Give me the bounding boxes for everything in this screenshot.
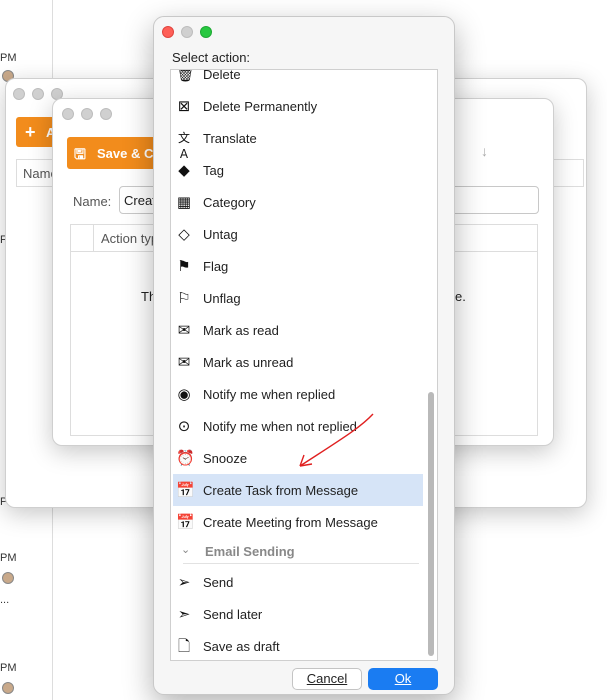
name-value: Creat [124, 193, 156, 208]
cancel-button[interactable]: Cancel [292, 668, 362, 690]
column-action-type: Action typ [101, 231, 159, 246]
item-label: Flag [203, 259, 229, 274]
item-label: Send [203, 575, 234, 590]
section-email-sending[interactable]: ⌄ Email Sending [173, 541, 423, 564]
eye-icon: ◉ [177, 385, 191, 403]
send-icon: ➢ [177, 573, 191, 591]
message-time: PM [0, 52, 17, 64]
plus-icon: + [25, 122, 36, 142]
calendar-add-icon: 📅 [176, 513, 195, 531]
section-label: Email Sending [205, 544, 295, 559]
envelope-unread-icon: ✉ [177, 353, 191, 371]
zoom-button[interactable] [200, 26, 212, 38]
eye-off-icon: ⊙ [177, 417, 191, 435]
empty-text: e. [455, 289, 466, 304]
item-label: Snooze [203, 451, 248, 466]
list-item-unflag[interactable]: ⚐ Unflag [173, 282, 423, 314]
action-list[interactable]: 🗑 Delete ⊠ Delete Permanently 文A Transla… [170, 69, 438, 661]
annotation-arrow [299, 413, 374, 467]
minimize-button[interactable] [32, 88, 44, 100]
flag-icon: ⚑ [177, 257, 191, 275]
ok-button[interactable]: Ok [368, 668, 438, 690]
list-item-send-later[interactable]: ➣ Send later [173, 598, 423, 630]
name-label: Name: [73, 194, 112, 209]
cancel-label: Cancel [306, 671, 348, 686]
minimize-button[interactable] [181, 26, 193, 38]
item-label: Mark as unread [203, 355, 294, 370]
chevron-down-icon[interactable]: ⌄ [181, 543, 190, 556]
close-button[interactable] [162, 26, 174, 38]
list-item-notify-replied[interactable]: ◉ Notify me when replied [173, 378, 423, 410]
item-label: Send later [203, 607, 263, 622]
calendar-add-icon: 📅 [176, 481, 195, 499]
dialog-title: Select action: [172, 50, 251, 65]
divider [183, 563, 419, 564]
minimize-button[interactable] [81, 108, 93, 120]
item-label: Unflag [203, 291, 241, 306]
list-item-save-as-draft[interactable]: 🗋 Save as draft [173, 630, 423, 660]
item-label: Translate [203, 131, 257, 146]
close-button[interactable] [13, 88, 25, 100]
list-item-category[interactable]: ▦ Category [173, 186, 423, 218]
trash-icon: 🗑 [176, 69, 196, 83]
untag-icon: ◇ [178, 225, 190, 243]
list-item-create-task[interactable]: 📅 Create Task from Message [173, 474, 423, 506]
save-close-button[interactable]: 🖫 Save & Clo [67, 137, 167, 169]
item-label: Save as draft [203, 639, 280, 654]
scrollbar-thumb[interactable] [428, 392, 434, 656]
category-icon: ▦ [176, 193, 192, 211]
avatar [2, 682, 14, 694]
zoom-button[interactable] [100, 108, 112, 120]
send-later-icon: ➣ [177, 605, 191, 623]
close-button[interactable] [62, 108, 74, 120]
unflag-icon: ⚐ [177, 289, 191, 307]
snooze-icon: ⏰ [176, 449, 195, 467]
arrow-down-icon[interactable]: ↓ [481, 143, 488, 159]
tag-icon: ◆ [178, 161, 190, 179]
item-label: Create Task from Message [203, 483, 359, 498]
item-label: Notify me when replied [203, 387, 336, 402]
draft-icon: 🗋 [177, 637, 191, 655]
list-item-mark-as-unread[interactable]: ✉ Mark as unread [173, 346, 423, 378]
delete-permanently-icon: ⊠ [177, 97, 191, 115]
list-item-untag[interactable]: ◇ Untag [173, 218, 423, 250]
list-item-flag[interactable]: ⚑ Flag [173, 250, 423, 282]
item-label: Untag [203, 227, 238, 242]
message-time: PM [0, 552, 17, 564]
list-item-delete[interactable]: 🗑 Delete [173, 69, 423, 90]
message-time: PM [0, 662, 17, 674]
list-item-translate[interactable]: 文A Translate [173, 122, 423, 161]
save-icon: 🖫 [74, 147, 86, 163]
avatar [2, 572, 14, 584]
message-preview: ... [0, 594, 10, 606]
item-label: Delete Permanently [203, 99, 318, 114]
envelope-open-icon: ✉ [177, 321, 191, 339]
list-item-delete-permanently[interactable]: ⊠ Delete Permanently [173, 90, 423, 122]
item-label: Create Meeting from Message [203, 515, 378, 530]
item-label: Mark as read [203, 323, 279, 338]
item-label: Delete [203, 69, 241, 82]
list-item-create-meeting[interactable]: 📅 Create Meeting from Message [173, 506, 423, 538]
translate-icon: 文A [177, 131, 190, 161]
item-label: Category [203, 195, 256, 210]
column-divider [93, 225, 94, 251]
list-item-mark-as-read[interactable]: ✉ Mark as read [173, 314, 423, 346]
item-label: Tag [203, 163, 224, 178]
list-item-send[interactable]: ➢ Send [173, 566, 423, 598]
list-item-tag[interactable]: ◆ Tag [173, 154, 423, 186]
ok-label: Ok [394, 671, 412, 686]
